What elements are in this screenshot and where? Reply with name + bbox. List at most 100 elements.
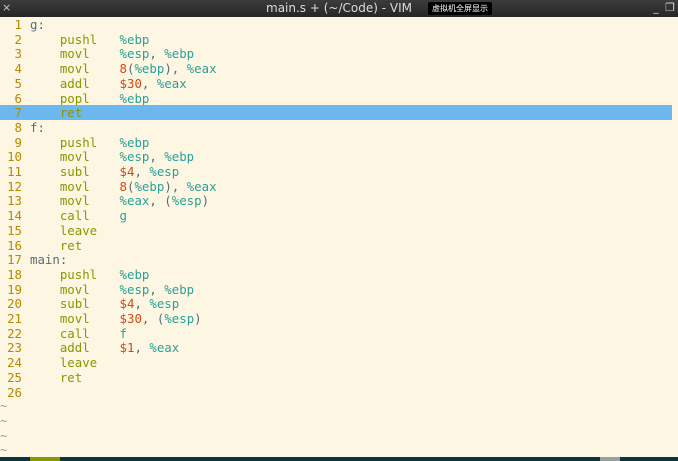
asm-punctuation: ,	[141, 75, 157, 91]
asm-instruction: ret	[30, 369, 120, 385]
asm-punctuation: )	[194, 311, 202, 326]
asm-immediate: $4	[119, 296, 135, 312]
line-number: 7	[14, 105, 22, 121]
window-title: main.s + (~/Code) - VIM	[266, 1, 412, 15]
code-line[interactable]: 10 movl %esp, %ebp	[0, 149, 194, 164]
line-number: 12	[7, 178, 22, 194]
asm-instruction: movl	[30, 46, 120, 62]
asm-operand: %esp	[119, 149, 150, 165]
code-line[interactable]: 25 ret	[0, 370, 120, 385]
asm-instruction: movl	[30, 311, 120, 326]
code-line[interactable]: 5 addl $30, %eax	[0, 76, 187, 91]
line-number: 14	[7, 208, 22, 224]
code-line[interactable]: 14 call g	[0, 208, 127, 223]
line-number: 8	[14, 119, 22, 135]
asm-instruction: movl	[30, 193, 120, 209]
asm-punctuation: ,	[149, 46, 165, 62]
asm-instruction: addl	[30, 75, 120, 91]
empty-line-tilde: ~	[0, 428, 8, 443]
code-line[interactable]: 17 main:	[0, 252, 67, 267]
empty-line-tilde: ~	[0, 399, 8, 414]
code-line[interactable]: 6 popl %ebp	[0, 90, 150, 106]
code-line[interactable]: 23 addl $1, %eax	[0, 340, 179, 355]
asm-immediate: $1	[119, 340, 135, 356]
code-line[interactable]: 21 movl $30, (%esp)	[0, 311, 202, 326]
window-titlebar: × main.s + (~/Code) - VIM 虚拟机全屏显示 _ ❐	[0, 0, 678, 17]
asm-operand: %esp	[171, 193, 202, 209]
code-line[interactable]: 12 movl 8(%ebp), %eax	[0, 178, 217, 194]
status-bar	[0, 457, 678, 461]
line-number: 15	[7, 222, 22, 238]
code-line[interactable]: 24 leave	[0, 355, 120, 370]
code-line[interactable]: 18 pushl %ebp	[0, 267, 149, 282]
asm-operand: %ebp	[164, 149, 195, 165]
code-line[interactable]: 1 g:	[0, 17, 45, 32]
line-number: 20	[7, 296, 22, 312]
code-line[interactable]: 15 leave	[0, 223, 120, 238]
asm-label: f:	[30, 119, 45, 135]
asm-punctuation: ,	[134, 164, 150, 179]
asm-operand: %eax	[186, 61, 217, 77]
asm-immediate: 8	[119, 61, 127, 77]
line-number: 22	[7, 325, 22, 341]
minimize-icon[interactable]: _	[650, 1, 662, 15]
code-line[interactable]: 20 subl $4, %esp	[0, 296, 179, 311]
line-number: 16	[7, 237, 22, 253]
asm-operand: %ebp	[164, 46, 195, 62]
asm-instruction: subl	[30, 164, 120, 179]
asm-immediate: $4	[119, 164, 135, 179]
line-number: 10	[7, 149, 22, 165]
asm-operand: %esp	[164, 311, 195, 326]
line-number: 6	[14, 90, 22, 106]
asm-operand: g	[119, 208, 127, 224]
asm-operand: %ebp	[119, 266, 150, 282]
code-line[interactable]: 11 subl $4, %esp	[0, 164, 179, 179]
code-line[interactable]: 19 movl %esp, %ebp	[0, 282, 194, 297]
code-line[interactable]: 4 movl 8(%ebp), %eax	[0, 61, 217, 76]
asm-instruction: call	[30, 325, 120, 341]
code-line[interactable]: 26	[0, 385, 30, 400]
asm-operand: %eax	[156, 75, 187, 91]
asm-operand: %ebp	[119, 31, 150, 47]
line-number: 17	[7, 252, 22, 268]
code-line[interactable]: 7 ret	[0, 105, 672, 121]
vim-editor[interactable]: 1 g: 2 pushl %ebp 3 movl %esp, %ebp 4 movl 8…	[0, 17, 678, 457]
line-number: 3	[14, 46, 22, 62]
asm-instruction: movl	[30, 149, 120, 165]
asm-punctuation: ,	[134, 340, 150, 356]
line-number: 21	[7, 311, 22, 326]
asm-instruction: addl	[30, 340, 120, 356]
asm-label: g:	[30, 17, 45, 32]
asm-operand: %eax	[186, 178, 217, 194]
code-line[interactable]: 13 movl %eax, (%esp)	[0, 193, 209, 208]
code-line[interactable]: 16 ret	[0, 238, 120, 253]
code-line[interactable]: 3 movl %esp, %ebp	[0, 46, 195, 62]
asm-operand: %ebp	[119, 134, 150, 150]
restore-icon[interactable]: ❐	[664, 1, 676, 15]
asm-punctuation: )	[201, 193, 210, 209]
asm-instruction: pushl	[30, 134, 120, 150]
asm-instruction: ret	[30, 105, 120, 121]
code-line[interactable]: 9 pushl %ebp	[0, 134, 150, 150]
asm-operand: %eax	[119, 193, 150, 209]
line-number: 25	[7, 369, 22, 385]
code-line[interactable]: 22 call f	[0, 326, 127, 341]
asm-punctuation: ,	[149, 149, 165, 165]
code-line[interactable]: 2 pushl %ebp	[0, 31, 150, 47]
code-line[interactable]: 8 f:	[0, 120, 45, 135]
asm-operand: %eax	[149, 340, 180, 356]
asm-operand: %ebp	[134, 61, 165, 77]
line-number: 13	[7, 193, 22, 209]
asm-punctuation: ,	[134, 296, 150, 312]
asm-punctuation: ),	[164, 61, 187, 77]
asm-operand: f	[119, 325, 127, 341]
asm-label: main:	[30, 252, 68, 268]
status-position-indicator	[600, 457, 620, 461]
asm-immediate: 8	[119, 178, 127, 194]
line-number: 2	[14, 31, 22, 47]
empty-line-tilde: ~	[0, 413, 8, 428]
asm-operand: %esp	[149, 296, 180, 312]
asm-operand: %ebp	[134, 178, 165, 194]
asm-punctuation: ),	[164, 178, 187, 194]
line-number: 26	[7, 384, 22, 400]
